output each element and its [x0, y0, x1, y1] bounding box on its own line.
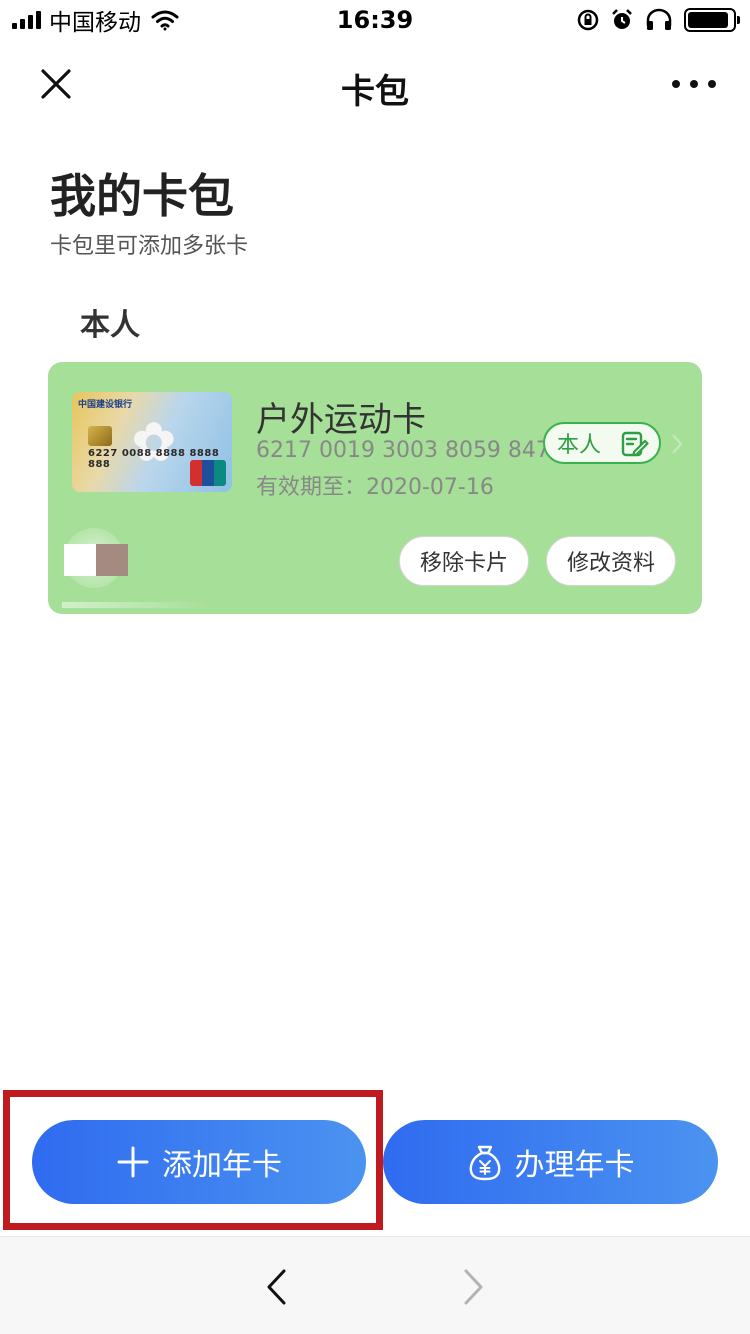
remove-card-button[interactable]: 移除卡片 [399, 536, 529, 586]
card-name: 户外运动卡 [256, 400, 426, 440]
apply-annual-card-label: 办理年卡 [514, 1148, 635, 1183]
more-button[interactable] [672, 64, 716, 104]
battery-fill [688, 12, 728, 28]
edit-note-icon [621, 431, 649, 457]
section-label: 本人 [80, 308, 140, 343]
unionpay-logo-icon [190, 460, 226, 486]
more-dots-icon [708, 80, 716, 88]
highlight-box [3, 1090, 383, 1230]
apply-annual-card-button[interactable]: 办理年卡 [383, 1120, 718, 1204]
money-bag-icon [469, 1145, 500, 1181]
battery-icon [684, 8, 740, 32]
headphones-icon [646, 8, 672, 30]
card-number: 6217 0019 3003 8059 847 [256, 438, 550, 463]
status-bar: 中国移动 16:39 [0, 0, 750, 40]
annual-card[interactable]: 中国建设银行 ✿ 6227 0088 8888 8888 888 户外运动卡 6… [48, 362, 702, 614]
avatar-blur-block [96, 544, 128, 576]
chevron-right-icon[interactable] [460, 1267, 488, 1307]
alarm-icon [612, 9, 632, 29]
owner-badge-label: 本人 [557, 433, 602, 458]
card-thumbnail: 中国建设银行 ✿ 6227 0088 8888 8888 888 [72, 392, 232, 492]
edit-info-button[interactable]: 修改资料 [546, 536, 676, 586]
card-expiry: 有效期至：2020-07-16 [256, 475, 494, 500]
more-dots-icon [690, 80, 698, 88]
page-subtitle: 卡包里可添加多张卡 [50, 234, 249, 259]
nav-bar: 卡包 [0, 50, 750, 118]
card-thumbnail-bank: 中国建设银行 [78, 400, 133, 410]
avatar-blur-block [64, 544, 96, 576]
more-dots-icon [672, 80, 680, 88]
page-title: 我的卡包 [50, 169, 234, 223]
chevron-left-icon[interactable] [262, 1267, 290, 1307]
rotation-lock-icon [577, 9, 599, 31]
chip-icon [88, 426, 112, 446]
owner-badge[interactable]: 本人 [543, 422, 661, 464]
blur-line [62, 602, 212, 608]
bottom-toolbar [0, 1236, 750, 1334]
chevron-right-icon [672, 434, 683, 454]
status-right [576, 6, 740, 34]
nav-title: 卡包 [341, 72, 409, 112]
